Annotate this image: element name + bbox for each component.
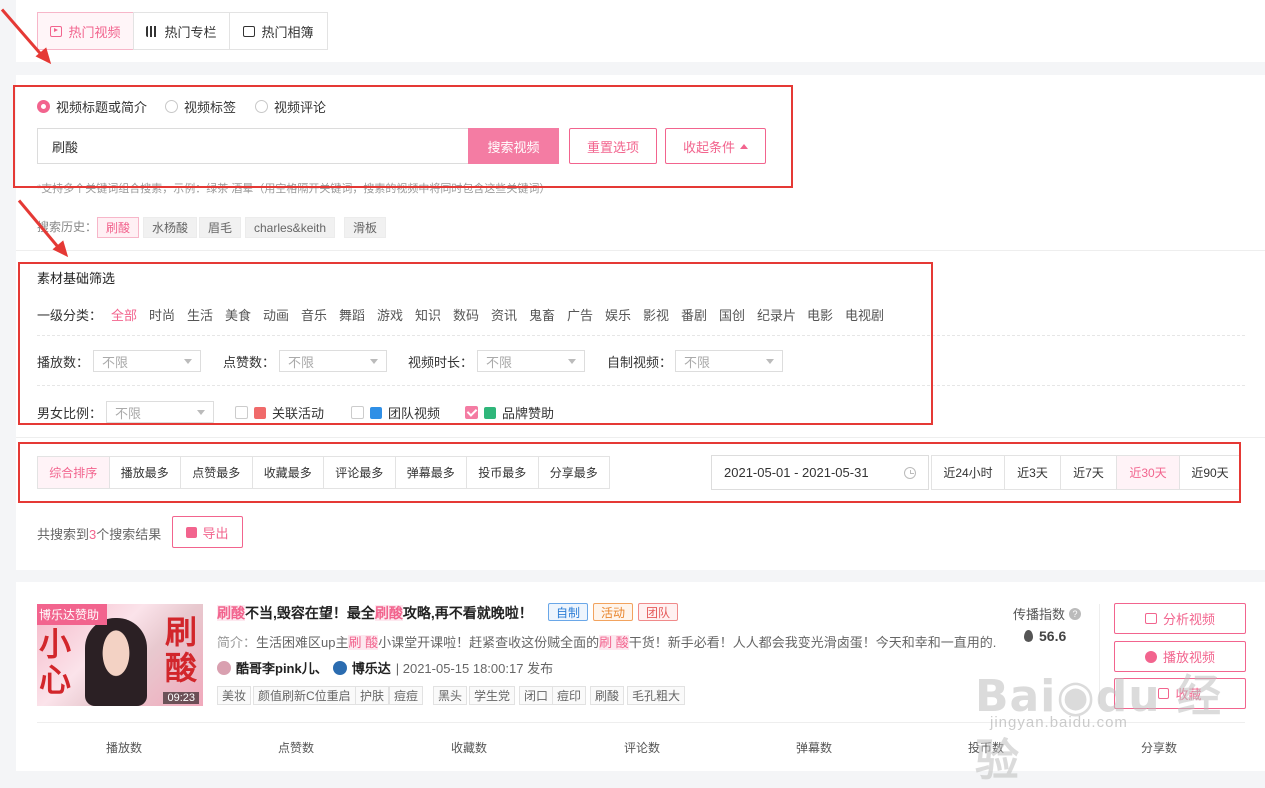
tab-hot-videos[interactable]: 热门视频 bbox=[37, 12, 134, 50]
history-chip[interactable]: 滑板 bbox=[344, 217, 387, 238]
brand-name[interactable]: 博乐达 bbox=[352, 658, 391, 677]
chart-icon bbox=[1144, 613, 1157, 624]
keyword-tag[interactable]: 刷酸 bbox=[590, 686, 625, 705]
spread-index-value: 56.6 bbox=[1024, 628, 1066, 644]
flame-icon bbox=[1024, 630, 1033, 642]
keyword-tag[interactable]: 颜值刷新C位重启 bbox=[253, 686, 356, 705]
divider bbox=[16, 250, 1265, 251]
tag-selfmade: 自制 bbox=[548, 603, 589, 621]
keyword-tag[interactable]: 学生党 bbox=[469, 686, 516, 705]
duration-label: 09:23 bbox=[163, 692, 199, 704]
stat-header: 弹幕数 bbox=[796, 741, 833, 755]
annotation-box-filters bbox=[18, 262, 933, 425]
play-icon bbox=[50, 25, 63, 37]
video-description: 简介：生活困难区up主刷 酸小课堂开课啦！赶紧查收这份贼全面的刷 酸干货！新手必… bbox=[217, 635, 997, 650]
publish-time: | 2021-05-15 18:00:17 发布 bbox=[395, 661, 554, 676]
video-title[interactable]: 刷酸不当,毁容在望！最全刷酸攻略,再不看就晚啦！ bbox=[217, 603, 533, 623]
author-name[interactable]: 酷哥李pink儿、 bbox=[236, 658, 328, 677]
tab-hot-albums[interactable]: 热门相簿 bbox=[229, 12, 328, 50]
video-thumbnail[interactable]: 刷 酸 小 心 博乐达赞助 09:23 bbox=[37, 604, 203, 706]
keyword-tag[interactable]: 黑头 bbox=[433, 686, 468, 705]
keyword-tag[interactable]: 美妆 bbox=[217, 686, 252, 705]
history-chip[interactable]: 水杨酸 bbox=[143, 217, 198, 238]
stat-header: 播放数 bbox=[106, 741, 143, 755]
divider bbox=[16, 437, 1265, 438]
content-tabs: 热门视频 热门专栏 热门相簿 bbox=[37, 12, 337, 50]
stat-header: 点赞数 bbox=[278, 741, 315, 755]
brand-avatar bbox=[332, 660, 347, 675]
history-chip[interactable]: 眉毛 bbox=[199, 217, 242, 238]
annotation-box-search bbox=[13, 85, 793, 188]
thumbnail-text: 小 bbox=[39, 625, 72, 663]
stat-header: 评论数 bbox=[624, 741, 661, 755]
excel-icon bbox=[186, 526, 198, 538]
result-count: 共搜索到3个搜索结果 bbox=[37, 527, 162, 542]
tab-hot-columns[interactable]: 热门专栏 bbox=[133, 12, 230, 50]
history-chip[interactable]: 刷酸 bbox=[97, 217, 140, 238]
thumbnail-text: 酸 bbox=[165, 649, 198, 687]
keyword-tag[interactable]: 痘印 bbox=[552, 686, 587, 705]
books-icon bbox=[146, 25, 159, 37]
annotation-box-sort bbox=[18, 442, 1241, 503]
tag-activity: 活动 bbox=[593, 603, 634, 621]
video-meta: 酷哥李pink儿、 博乐达 | 2021-05-15 18:00:17 发布 bbox=[217, 658, 553, 677]
keyword-tag[interactable]: 护肤 bbox=[355, 686, 390, 705]
thumbnail-text: 心 bbox=[39, 661, 72, 699]
keyword-tag[interactable]: 闭口 bbox=[519, 686, 554, 705]
export-button[interactable]: 导出 bbox=[172, 516, 243, 548]
thumbnail-person bbox=[85, 618, 147, 706]
thumbnail-text: 刷 bbox=[165, 613, 198, 651]
keyword-tag[interactable]: 痘痘 bbox=[389, 686, 424, 705]
help-icon[interactable]: ? bbox=[1069, 607, 1082, 620]
image-icon bbox=[243, 25, 256, 37]
avatar bbox=[217, 660, 231, 675]
sponsor-badge: 博乐达赞助 bbox=[37, 604, 108, 625]
history-chip[interactable]: charles&keith bbox=[245, 217, 336, 238]
spread-index-label: 传播指数 ? bbox=[1013, 604, 1082, 623]
analyze-video-button[interactable]: 分析视频 bbox=[1114, 603, 1246, 634]
tag-team: 团队 bbox=[638, 603, 679, 621]
stat-header: 收藏数 bbox=[451, 741, 488, 755]
keyword-tag[interactable]: 毛孔粗大 bbox=[627, 686, 686, 705]
watermark-url: jingyan.baidu.com bbox=[990, 714, 1128, 731]
